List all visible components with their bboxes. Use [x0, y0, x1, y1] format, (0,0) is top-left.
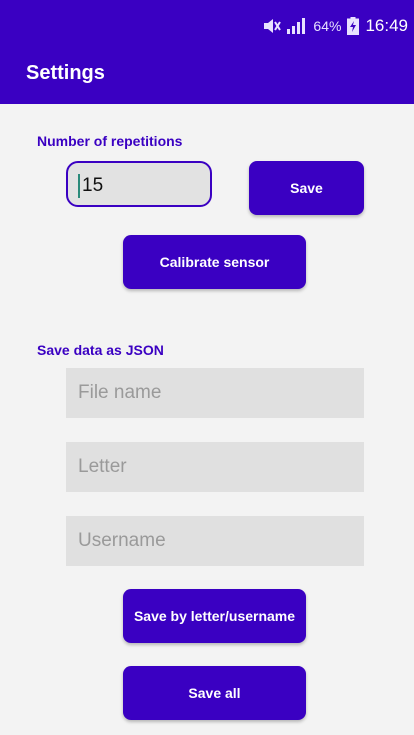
signal-icon [287, 18, 307, 34]
clock: 16:49 [365, 16, 408, 35]
json-export-label: Save data as JSON [37, 342, 164, 358]
save-button[interactable]: Save [249, 161, 364, 215]
letter-input[interactable]: Letter [66, 442, 364, 492]
file-name-input[interactable]: File name [66, 368, 364, 418]
battery-charging-icon [347, 17, 360, 35]
page-title: Settings [26, 62, 105, 84]
calibrate-sensor-button[interactable]: Calibrate sensor [123, 235, 306, 289]
text-caret [78, 174, 80, 198]
app-bar: 64% 16:49 Settings [0, 0, 414, 104]
repetitions-label: Number of repetitions [37, 133, 183, 149]
repetitions-value: 15 [82, 175, 104, 196]
status-bar: 64% 16:49 [263, 14, 408, 38]
save-all-button[interactable]: Save all [123, 666, 306, 720]
repetitions-input[interactable]: 15 [66, 161, 212, 207]
battery-percent: 64% [313, 18, 342, 34]
save-by-letter-username-button[interactable]: Save by letter/username [123, 589, 306, 643]
muted-speaker-icon [263, 19, 282, 33]
username-input[interactable]: Username [66, 516, 364, 566]
